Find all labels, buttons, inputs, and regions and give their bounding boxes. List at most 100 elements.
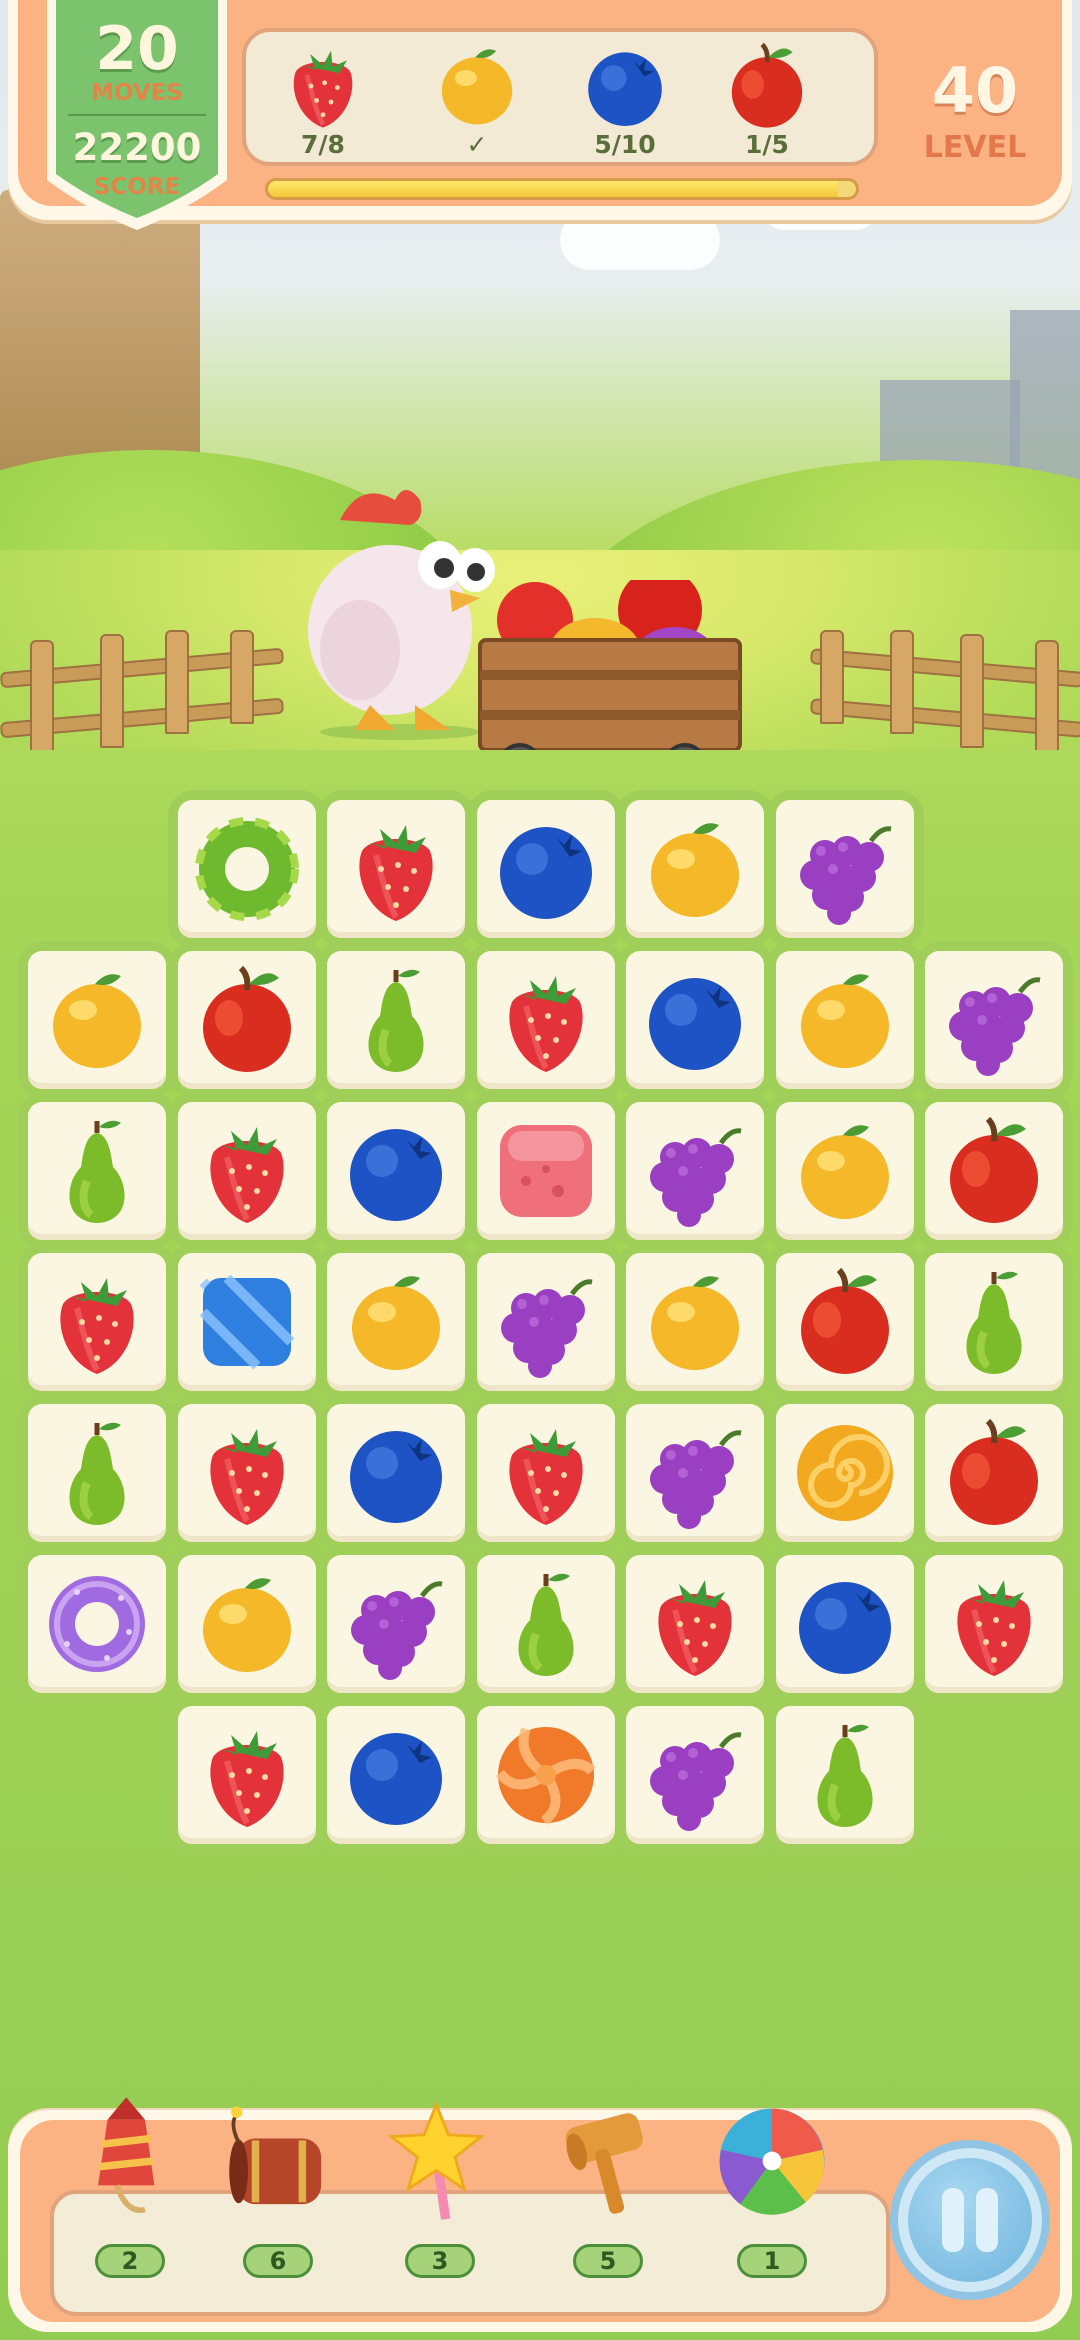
star-wand-icon [387, 2101, 486, 2220]
board-tile[interactable] [775, 1706, 914, 1844]
pear-icon [816, 1724, 873, 1827]
board-tile[interactable] [626, 1706, 764, 1844]
pause-button[interactable] [890, 2140, 1050, 2300]
board-tile[interactable] [925, 951, 1063, 1089]
booster-count: 5 [573, 2244, 643, 2278]
board-tile[interactable] [28, 1253, 166, 1391]
score-progress-bar [265, 178, 859, 200]
board-tile[interactable] [177, 1253, 316, 1391]
moves-label: MOVES [91, 80, 183, 106]
board-tile[interactable] [476, 1102, 615, 1240]
grape-icon [799, 826, 891, 925]
lemon-icon [202, 1578, 291, 1672]
donut-green-icon [194, 817, 299, 921]
board-tile[interactable] [775, 951, 914, 1089]
board-tile[interactable] [327, 1102, 465, 1240]
board-tile[interactable] [476, 800, 615, 938]
board-tile[interactable] [327, 1555, 465, 1693]
grape-icon [650, 1430, 742, 1529]
booster-count: 6 [243, 2244, 313, 2278]
apple-icon [950, 1418, 1038, 1525]
lemon-icon [800, 974, 889, 1068]
strawberry-icon [658, 1580, 732, 1676]
barrel-bomb-icon [229, 2106, 322, 2205]
board-tile[interactable] [177, 951, 316, 1089]
board-tile[interactable] [775, 1555, 914, 1693]
board-tile[interactable] [925, 1102, 1063, 1240]
blueberry-icon [798, 1582, 891, 1674]
apple-icon [202, 965, 291, 1072]
board-tile[interactable] [28, 1555, 166, 1693]
goal-count: 7/8 [301, 130, 345, 159]
swirl-orange-icon [796, 1425, 893, 1521]
pear-icon [69, 1422, 125, 1525]
lemon-icon [651, 1276, 739, 1370]
board-tile[interactable] [476, 1404, 615, 1542]
lemon-icon [422, 38, 532, 138]
strawberry-icon [508, 1429, 583, 1525]
board-tile[interactable] [925, 1555, 1063, 1693]
goal-blueberry: 5/10 [560, 32, 690, 162]
apple-icon [950, 1116, 1038, 1223]
rocket-icon [98, 2097, 155, 2213]
goal-count: 1/5 [745, 130, 789, 159]
board-tile[interactable] [775, 1404, 914, 1542]
board-tile[interactable] [925, 1253, 1063, 1391]
hammer-booster[interactable]: 5 [538, 2096, 678, 2306]
fence-right [800, 630, 1080, 750]
pear-icon [69, 1120, 125, 1223]
rocket-booster[interactable]: 2 [60, 2096, 200, 2306]
board-tile[interactable] [28, 1102, 166, 1240]
board-tile[interactable] [177, 1102, 316, 1240]
board-tile[interactable] [177, 1706, 316, 1844]
moves-score-badge: 20 MOVES 22200 SCORE [42, 0, 232, 230]
lemon-icon [800, 1125, 889, 1219]
goal-panel: 7/8 ✓ 5/10 1/5 [242, 28, 878, 166]
board-tile[interactable] [626, 1102, 764, 1240]
board-tile[interactable] [327, 1253, 465, 1391]
board-tile[interactable] [177, 1404, 316, 1542]
blueberry-icon [649, 978, 741, 1070]
board-tile[interactable] [28, 951, 166, 1089]
goal-strawberry: 7/8 [258, 32, 388, 162]
board-tile[interactable] [925, 1404, 1063, 1542]
strawberry-icon [209, 1731, 284, 1827]
goal-apple: 1/5 [702, 32, 832, 162]
chicken-mascot [308, 490, 495, 740]
board-tile[interactable] [775, 800, 914, 938]
board-tile[interactable] [626, 1253, 764, 1391]
strawberry-icon [60, 1278, 134, 1374]
board-tile[interactable] [177, 1555, 316, 1693]
board-tile[interactable] [626, 951, 764, 1089]
wooden-house [0, 190, 200, 490]
rainbow-candy-booster[interactable]: 1 [702, 2096, 842, 2306]
board-tile[interactable] [626, 1404, 764, 1542]
blueberry-icon [350, 1129, 442, 1221]
board-tile[interactable] [327, 800, 465, 938]
board-tile[interactable] [775, 1253, 914, 1391]
board-tile[interactable] [28, 1404, 166, 1542]
board-tile[interactable] [476, 951, 615, 1089]
board-tile[interactable] [327, 951, 465, 1089]
goal-lemon: ✓ [412, 32, 542, 162]
board-tile[interactable] [476, 1253, 615, 1391]
star-wand-booster[interactable]: 3 [370, 2096, 510, 2306]
strawberry-icon [268, 38, 378, 138]
board-tile[interactable] [476, 1706, 615, 1844]
rainbow-candy-icon [719, 2108, 825, 2215]
moves-value: 20 [95, 14, 179, 84]
board-tile[interactable] [626, 1555, 764, 1693]
score-label: SCORE [93, 174, 181, 200]
barrel-bomb-booster[interactable]: 6 [208, 2096, 348, 2306]
board-tile[interactable] [775, 1102, 914, 1240]
board-tile[interactable] [476, 1555, 615, 1693]
jelly-red-icon [499, 1125, 592, 1217]
goal-count: 5/10 [594, 130, 656, 159]
board-tile[interactable] [327, 1404, 465, 1542]
board-tile[interactable] [626, 800, 764, 938]
grape-icon [650, 1128, 742, 1227]
board-tile[interactable] [177, 800, 316, 938]
board-tile[interactable] [327, 1706, 465, 1844]
blueberry-icon [499, 827, 592, 919]
level-label: LEVEL [923, 130, 1027, 165]
